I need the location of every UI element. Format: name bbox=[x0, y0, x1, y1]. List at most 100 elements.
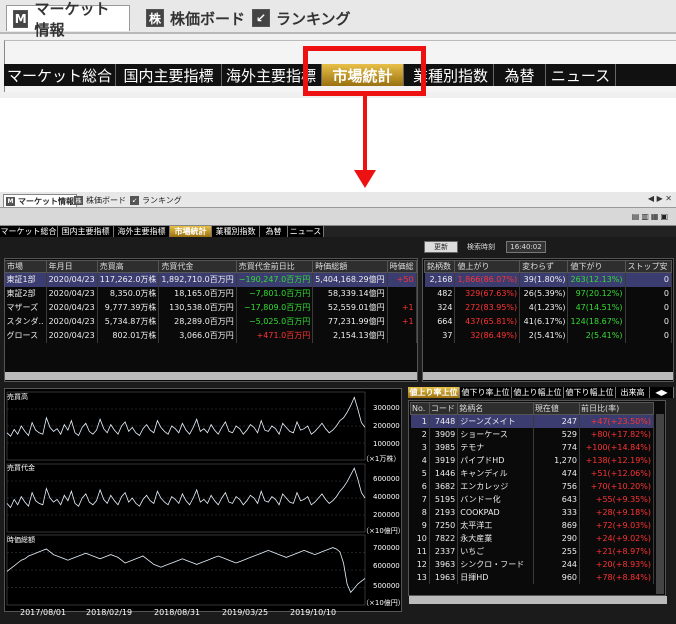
update-button[interactable]: 更新 bbox=[424, 241, 458, 253]
win-subtab-market-overview[interactable]: マーケット総合 bbox=[0, 226, 58, 237]
table-row[interactable]: スタンダ.. 2020/04/23 5,734.87万株 28,289.0百万円… bbox=[4, 314, 417, 329]
horizontal-scrollbar[interactable] bbox=[409, 596, 667, 604]
cell: +78(+8.84%) bbox=[579, 570, 654, 584]
cell: 1,866(86.07%) bbox=[454, 272, 521, 287]
horizontal-scrollbar[interactable] bbox=[5, 372, 417, 380]
col-header[interactable]: 時価総額 bbox=[312, 260, 388, 273]
col-header[interactable]: 市場 bbox=[4, 260, 47, 273]
cell: 2020/04/23 bbox=[46, 328, 98, 343]
win-tab-market-info[interactable]: M マーケット情報 bbox=[3, 194, 77, 207]
table-row[interactable]: 東証2部 2020/04/23 8,350.0万株 18,165.0百万円 −7… bbox=[4, 286, 417, 301]
tab-ranking[interactable]: ↙ ランキング bbox=[246, 5, 357, 31]
cell: パイプドHD bbox=[457, 453, 534, 467]
col-header[interactable]: 変わらず bbox=[519, 260, 569, 273]
horizontal-scrollbar[interactable] bbox=[423, 372, 673, 380]
table-row[interactable]: 12 3963 シンクロ・フード 244 +20(+8.93%) bbox=[410, 557, 654, 571]
cell: −17,809.0百万円 bbox=[236, 300, 314, 315]
x-tick: 2018/08/31 bbox=[154, 608, 201, 617]
col-header[interactable]: 値下がり bbox=[567, 260, 626, 273]
table-row[interactable]: 10 7822 永大産業 290 +24(+9.02%) bbox=[410, 531, 654, 545]
win-tab-ranking[interactable]: ↙ ランキング bbox=[128, 194, 184, 207]
cell: 263(12.13%) bbox=[567, 272, 626, 287]
cell: バンドー化 bbox=[457, 492, 534, 506]
table-row[interactable]: 3 3985 テモナ 774 +100(+14.84%) bbox=[410, 440, 654, 454]
tab-stock-board[interactable]: 株 株価ボード bbox=[140, 5, 251, 31]
cell: 7 bbox=[410, 492, 430, 506]
cell: 2,154.13億円 bbox=[312, 328, 388, 343]
col-header[interactable]: 売買代金 bbox=[158, 260, 237, 273]
rank-tab-gainers-pct[interactable]: 値上り率上位 bbox=[408, 387, 460, 398]
cell: 2020/04/23 bbox=[46, 300, 98, 315]
market-info-icon: M bbox=[13, 9, 29, 28]
col-header[interactable]: ストップ安 bbox=[624, 260, 672, 273]
table-row[interactable]: 37 32(86.49%) 2(5.41%) 2(5.41%) 0 bbox=[424, 328, 672, 343]
win-subtab-domestic-index[interactable]: 国内主要指標 bbox=[58, 226, 114, 237]
cell: 2337 bbox=[429, 544, 459, 558]
col-header[interactable]: 売買高 bbox=[96, 260, 160, 273]
col-header[interactable]: 売買代金前日比 bbox=[235, 260, 314, 273]
win-subtab-sector-index[interactable]: 業種別指数 bbox=[212, 226, 260, 237]
win-subtab-foreign-index[interactable]: 海外主要指標 bbox=[114, 226, 170, 237]
col-header[interactable]: コード bbox=[428, 402, 459, 415]
table-row[interactable]: マザーズ 2020/04/23 9,777.39万株 130,538.0百万円 … bbox=[4, 300, 417, 315]
tab-market-info[interactable]: M マーケット情報 bbox=[6, 0, 130, 39]
col-header[interactable]: No. bbox=[410, 402, 430, 415]
table-row[interactable]: 6 3682 エンカレッジ 756 +70(+10.20%) bbox=[410, 479, 654, 493]
rank-tab-volume[interactable]: 出来高 bbox=[616, 387, 650, 398]
window-controls[interactable]: ◀ ▶ ✕ bbox=[648, 194, 672, 203]
table-row[interactable]: 東証1部 2020/04/23 117,262.0万株 1,892,710.0百… bbox=[4, 272, 417, 287]
cell: +70(+10.20%) bbox=[579, 479, 654, 493]
subtab-domestic-index[interactable]: 国内主要指標 bbox=[116, 64, 222, 86]
rank-tab-scroll[interactable]: ◀▶ bbox=[650, 387, 674, 398]
subtab-market-overview[interactable]: マーケット総合 bbox=[4, 64, 116, 86]
col-header[interactable]: 前日比(率) bbox=[579, 402, 654, 415]
win-subtab-news[interactable]: ニュース bbox=[288, 226, 324, 237]
table-row[interactable]: 8 2193 COOKPAD 333 +28(+9.18%) bbox=[410, 505, 654, 519]
table-row[interactable]: 664 437(65.81%) 41(6.17%) 124(18.67%) 0 bbox=[424, 314, 672, 329]
table-row[interactable]: 2 3909 ショーケース 529 +80(+17.82%) bbox=[410, 427, 654, 441]
cell: 756 bbox=[533, 479, 581, 493]
table-row[interactable]: 9 7250 太平洋工 869 +72(+9.03%) bbox=[410, 518, 654, 532]
cell: 2020/04/23 bbox=[46, 314, 98, 329]
col-header[interactable]: 年月日 bbox=[45, 260, 98, 273]
cell: 437(65.81%) bbox=[454, 314, 521, 329]
cell: 329(67.63%) bbox=[454, 286, 521, 301]
subtab-news[interactable]: ニュース bbox=[546, 64, 616, 86]
table-row[interactable]: 482 329(67.63%) 26(5.39%) 97(20.12%) 0 bbox=[424, 286, 672, 301]
rank-tab-losers-amt[interactable]: 値下り幅上位 bbox=[564, 387, 616, 398]
col-header[interactable]: 現在値 bbox=[532, 402, 581, 415]
cell: 5195 bbox=[429, 492, 459, 506]
market-stats-table: 市場 年月日 売買高 売買代金 売買代金前日比 時価総額 時価総 東証1部 20… bbox=[4, 260, 417, 343]
table-row[interactable]: 5 1446 キャンディル 474 +51(+12.06%) bbox=[410, 466, 654, 480]
table-row[interactable]: 4 3919 パイプドHD 1,270 +138(+12.19%) bbox=[410, 453, 654, 467]
subtab-forex[interactable]: 為替 bbox=[494, 64, 546, 86]
win-subtab-market-stats[interactable]: 市場統計 bbox=[170, 226, 212, 237]
cell: −7,801.0百万円 bbox=[236, 286, 314, 301]
table-row[interactable]: 13 1963 日揮HD 960 +78(+8.84%) bbox=[410, 570, 654, 584]
layout-toolbar-icons[interactable]: ▤▥▦▣ bbox=[632, 212, 670, 221]
rank-tab-losers-pct[interactable]: 値下り率上位 bbox=[460, 387, 512, 398]
table-row[interactable]: 324 272(83.95%) 4(1.23%) 47(14.51%) 0 bbox=[424, 300, 672, 315]
y-unit: （×1万株） bbox=[362, 455, 401, 463]
x-tick: 2018/02/19 bbox=[86, 608, 133, 617]
col-header[interactable]: 時価総 bbox=[386, 260, 417, 273]
cell: 4(1.23%) bbox=[519, 300, 569, 315]
table-row[interactable]: 1 7448 ジーンズメイト 247 +47(+23.50%) bbox=[410, 414, 654, 428]
cell: 244 bbox=[533, 557, 581, 571]
cell: 47(14.51%) bbox=[567, 300, 626, 315]
cell: 東証2部 bbox=[4, 286, 47, 301]
col-header[interactable]: 銘柄名 bbox=[457, 402, 534, 415]
vertical-scrollbar[interactable] bbox=[656, 414, 664, 594]
col-header[interactable]: 値上がり bbox=[454, 260, 521, 273]
table-row[interactable]: 7 5195 バンドー化 643 +55(+9.35%) bbox=[410, 492, 654, 506]
table-row[interactable]: 11 2337 いちご 255 +21(+8.97%) bbox=[410, 544, 654, 558]
cell: 130,538.0百万円 bbox=[158, 300, 237, 315]
col-header[interactable]: 銘柄数 bbox=[423, 260, 456, 273]
ranking-table: No. コード 銘柄名 現在値 前日比(率) 1 7448 ジーンズメイト 247 +4… bbox=[410, 402, 654, 584]
rank-tab-gainers-amt[interactable]: 値上り幅上位 bbox=[512, 387, 564, 398]
win-subtab-forex[interactable]: 為替 bbox=[260, 226, 288, 237]
table-row[interactable]: グロース 2020/04/23 802.01万株 3,066.0百万円 +471… bbox=[4, 328, 417, 343]
y-tick: 600000 bbox=[373, 562, 400, 570]
win-tab-stock-board[interactable]: 株 株価ボード bbox=[72, 194, 128, 207]
table-row[interactable]: 2,168 1,866(86.07%) 39(1.80%) 263(12.13%… bbox=[424, 272, 672, 287]
